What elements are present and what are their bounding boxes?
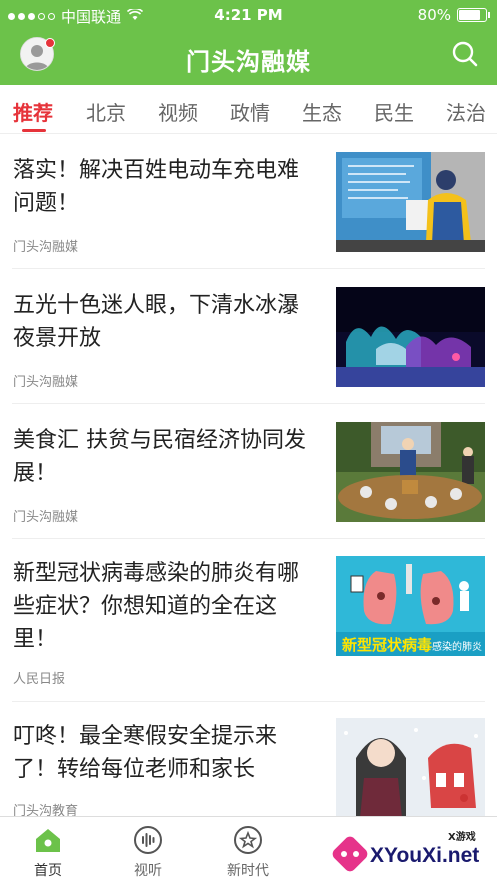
article-title[interactable]: 新型冠状病毒感染的肺炎有哪些症状？你想知道的全在这里！ <box>13 557 313 656</box>
list-item[interactable]: 美食汇 扶贫与民宿经济协同发展！ 门头沟融媒 <box>0 404 497 539</box>
battery-icon <box>457 8 490 22</box>
list-item[interactable]: 落实！解决百姓电动车充电难问题！ 门头沟融媒 <box>0 134 497 269</box>
tab-ecology[interactable]: 生态 <box>302 97 342 126</box>
home-icon <box>33 825 63 855</box>
article-source: 门头沟融媒 <box>13 510 79 525</box>
watermark-logo-icon <box>332 836 368 872</box>
tab-video[interactable]: 视频 <box>158 97 198 126</box>
article-source: 人民日报 <box>13 672 66 687</box>
star-badge-icon <box>233 825 263 855</box>
nav-new-era[interactable]: 新时代 <box>208 825 288 880</box>
list-item[interactable]: 叮咚！最全寒假安全提示来了！转给每位老师和家长 门头沟教育 <box>0 702 497 819</box>
tab-recommend[interactable]: 推荐 <box>13 97 53 126</box>
list-item[interactable]: 新型冠状病毒感染的肺炎有哪些症状？你想知道的全在这里！ 人民日报 新型冠状病毒 … <box>0 539 497 702</box>
article-source: 门头沟融媒 <box>13 375 79 390</box>
status-bar: 中国联通 4:21 PM 80% <box>0 0 497 30</box>
battery-percent: 80% <box>417 6 451 24</box>
active-tab-indicator <box>22 129 46 132</box>
article-title[interactable]: 五光十色迷人眼，下清水冰瀑夜景开放 <box>13 289 313 355</box>
article-thumbnail[interactable] <box>336 718 485 818</box>
watermark-text: XYouXi.net <box>370 844 480 867</box>
article-thumbnail[interactable]: 新型冠状病毒 感染的肺炎 <box>336 556 485 656</box>
nav-home-label: 首页 <box>34 863 62 879</box>
tab-politics[interactable]: 政情 <box>230 97 270 126</box>
category-tabs: 推荐 北京 视频 政情 生态 民生 法治 <box>0 85 497 134</box>
app-title: 门头沟融媒 <box>186 48 311 76</box>
watermark-small-text: X游戏 <box>448 832 476 843</box>
article-title[interactable]: 落实！解决百姓电动车充电难问题！ <box>13 154 313 220</box>
search-icon[interactable] <box>451 40 479 68</box>
watermark: X游戏 XYouXi.net <box>330 828 490 878</box>
article-thumbnail[interactable] <box>336 422 485 522</box>
list-item[interactable]: 五光十色迷人眼，下清水冰瀑夜景开放 门头沟融媒 <box>0 269 497 404</box>
article-thumbnail[interactable] <box>336 152 485 252</box>
article-source: 门头沟融媒 <box>13 240 79 255</box>
nav-audio-video[interactable]: 视听 <box>108 825 188 880</box>
thumbnail-caption-small: 感染的肺炎 <box>432 642 483 653</box>
tab-beijing[interactable]: 北京 <box>86 97 126 126</box>
nav-audio-video-label: 视听 <box>134 863 162 879</box>
audio-wave-icon <box>133 825 163 855</box>
tab-law[interactable]: 法治 <box>446 97 486 126</box>
thumbnail-caption: 新型冠状病毒 <box>342 636 433 654</box>
article-thumbnail[interactable] <box>336 287 485 387</box>
nav-new-era-label: 新时代 <box>227 863 269 879</box>
article-title[interactable]: 叮咚！最全寒假安全提示来了！转给每位老师和家长 <box>13 720 313 786</box>
app-header: 门头沟融媒 <box>0 30 497 85</box>
article-title[interactable]: 美食汇 扶贫与民宿经济协同发展！ <box>13 424 313 490</box>
tab-livelihood[interactable]: 民生 <box>374 97 414 126</box>
nav-home[interactable]: 首页 <box>8 825 88 880</box>
